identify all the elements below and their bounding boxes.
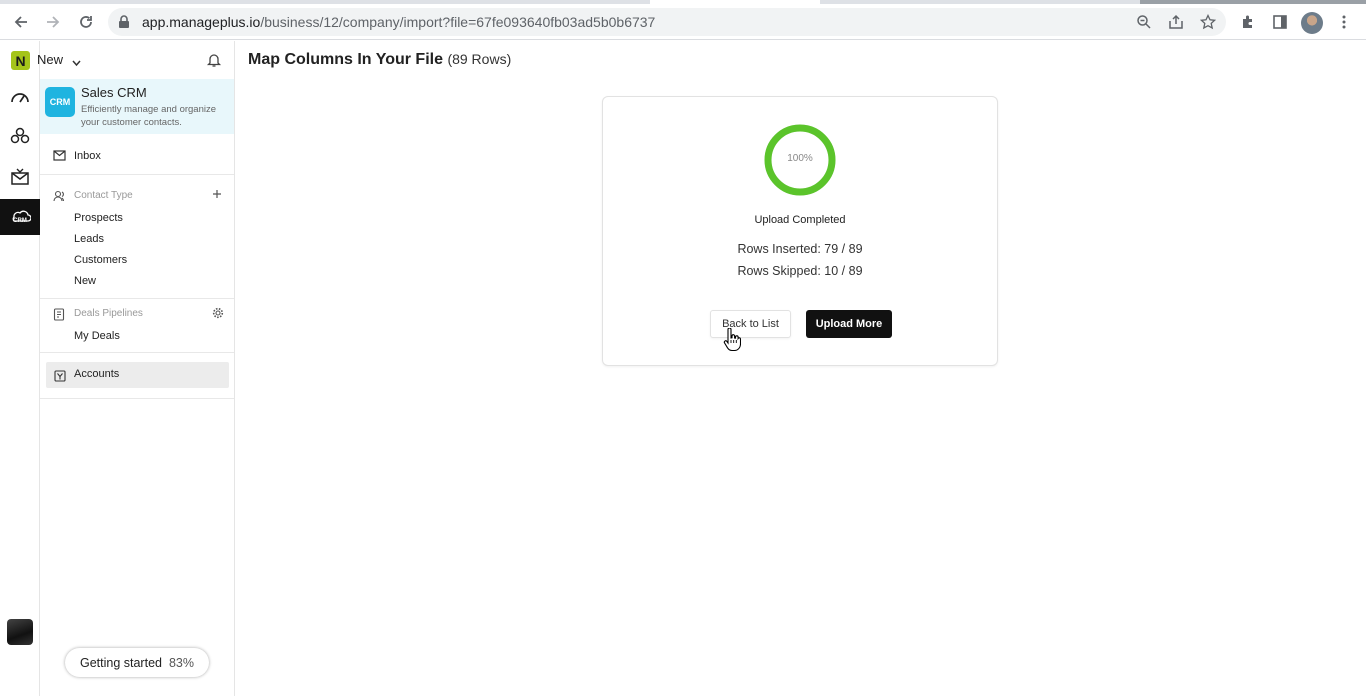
app-rail: N CRM bbox=[0, 41, 40, 696]
sidepanel-icon[interactable] bbox=[1268, 10, 1292, 34]
mail-icon bbox=[53, 150, 66, 164]
sidebar-item-label: Customers bbox=[74, 254, 128, 266]
divider bbox=[40, 352, 234, 353]
pipeline-icon bbox=[53, 308, 65, 324]
getting-started-label: Getting started bbox=[79, 655, 162, 670]
sidebar: New CRM Sales CRM Efficiently manage and… bbox=[37, 41, 235, 696]
sidebar-item-accounts[interactable]: Accounts bbox=[46, 362, 229, 388]
zoom-icon[interactable] bbox=[1136, 14, 1152, 35]
sidebar-item-label: Inbox bbox=[74, 150, 101, 162]
add-icon[interactable] bbox=[212, 189, 222, 202]
deals-pipelines-header: Deals Pipelines bbox=[40, 304, 234, 326]
progress-percent: 100% bbox=[787, 153, 813, 164]
app-description: Efficiently manage and organize your cus… bbox=[81, 104, 217, 128]
bell-icon[interactable] bbox=[206, 52, 222, 73]
sidebar-item-label: My Deals bbox=[74, 330, 120, 342]
crm-logo-icon: CRM bbox=[45, 87, 75, 117]
sidebar-item-label: New bbox=[74, 275, 97, 287]
page-title: Map Columns In Your File (89 Rows) bbox=[248, 51, 511, 69]
menu-icon[interactable] bbox=[1332, 10, 1356, 34]
hand-cursor-icon bbox=[723, 328, 741, 352]
contact-type-header: Contact Type bbox=[40, 186, 234, 208]
crm-icon-text: CRM bbox=[13, 218, 27, 224]
app-card[interactable]: CRM Sales CRM Efficiently manage and org… bbox=[40, 79, 234, 134]
workspace-name: New bbox=[37, 52, 64, 67]
browser-toolbar: app.manageplus.io/business/12/company/im… bbox=[0, 4, 1366, 40]
divider bbox=[40, 298, 234, 299]
star-icon[interactable] bbox=[1199, 13, 1217, 35]
gear-icon[interactable] bbox=[212, 307, 224, 322]
dashboard-icon[interactable] bbox=[0, 79, 40, 115]
user-avatar[interactable] bbox=[7, 619, 33, 645]
getting-started-button[interactable]: Getting started 83% bbox=[65, 648, 209, 677]
sidebar-item-leads[interactable]: Leads bbox=[40, 229, 234, 251]
app-title: Sales CRM bbox=[81, 85, 147, 100]
sidebar-item-my-deals[interactable]: My Deals bbox=[40, 326, 234, 348]
upload-more-button[interactable]: Upload More bbox=[806, 310, 892, 338]
accounts-icon bbox=[54, 369, 66, 387]
sidebar-item-new[interactable]: New bbox=[40, 271, 234, 293]
upload-status: Upload Completed bbox=[754, 214, 846, 226]
app-logo[interactable]: N bbox=[11, 51, 30, 70]
sidebar-item-prospects[interactable]: Prospects bbox=[40, 208, 234, 230]
url-text: app.manageplus.io/business/12/company/im… bbox=[142, 14, 656, 30]
apps-icon[interactable] bbox=[0, 118, 40, 154]
upload-result-card: 100% Upload Completed Rows Inserted: 79 … bbox=[602, 96, 998, 366]
chevron-down-icon[interactable] bbox=[72, 54, 81, 72]
lock-icon[interactable] bbox=[118, 15, 130, 34]
divider bbox=[40, 398, 234, 399]
rows-inserted: Rows Inserted: 79 / 89 bbox=[737, 242, 863, 256]
getting-started-percent: 83% bbox=[168, 655, 195, 670]
profile-avatar[interactable] bbox=[1301, 12, 1323, 34]
share-icon[interactable] bbox=[1168, 14, 1184, 35]
section-header: Contact Type bbox=[74, 190, 133, 201]
crm-icon[interactable]: CRM bbox=[0, 199, 40, 235]
sidebar-item-inbox[interactable]: Inbox bbox=[40, 146, 234, 168]
extensions-icon[interactable] bbox=[1236, 10, 1260, 34]
divider bbox=[40, 174, 234, 175]
rows-skipped: Rows Skipped: 10 / 89 bbox=[737, 264, 863, 278]
workspace-switcher[interactable]: New bbox=[37, 52, 63, 67]
sidebar-item-customers[interactable]: Customers bbox=[40, 250, 234, 272]
address-bar[interactable]: app.manageplus.io/business/12/company/im… bbox=[108, 8, 1226, 36]
sidebar-item-label: Accounts bbox=[74, 368, 120, 380]
sidebar-item-label: Leads bbox=[74, 233, 104, 245]
page-title-text: Map Columns In Your File bbox=[248, 51, 443, 68]
section-header: Deals Pipelines bbox=[74, 308, 143, 319]
sidebar-item-label: Prospects bbox=[74, 212, 123, 224]
back-icon[interactable] bbox=[9, 10, 33, 34]
rows-count: (89 Rows) bbox=[447, 51, 512, 67]
reload-icon[interactable] bbox=[74, 10, 98, 34]
mail-icon[interactable] bbox=[0, 159, 40, 195]
forward-icon[interactable] bbox=[41, 10, 65, 34]
users-icon bbox=[53, 190, 66, 205]
